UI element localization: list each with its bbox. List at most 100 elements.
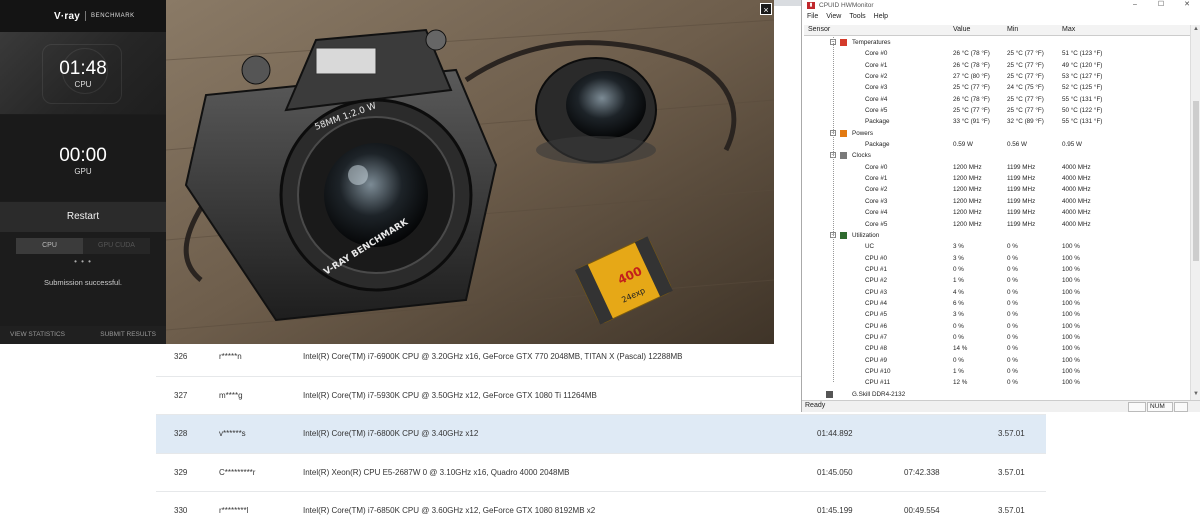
sensor-min: 0 % — [1007, 288, 1018, 296]
viewer-close-button[interactable]: × — [760, 3, 772, 15]
render-image-viewer: 58MM 1:2.0 W V-RAY BENCHMARK 400 24exp — [166, 0, 774, 344]
column-sensor[interactable]: Sensor — [808, 26, 830, 33]
sensor-row[interactable]: Core #0 1200 MHz 1199 MHz 4000 MHz — [804, 162, 1190, 173]
sensor-row[interactable]: Core #5 25 °C (77 °F) 25 °C (77 °F) 50 °C (… — [804, 105, 1190, 116]
sensor-name: CPU #0 — [865, 254, 888, 262]
column-value[interactable]: Value — [953, 26, 970, 33]
rewind-knob — [425, 29, 447, 51]
restart-button[interactable]: Restart — [0, 202, 166, 232]
sensor-max: 51 °C (123 °F) — [1062, 50, 1103, 58]
sensor-row[interactable]: Package 33 °C (91 °F) 32 °C (89 °F) 55 °C (… — [804, 116, 1190, 127]
sensor-row[interactable]: Core #3 25 °C (77 °F) 24 °C (75 °F) 52 °C (… — [804, 82, 1190, 93]
memory-icon — [826, 390, 833, 398]
sensor-row[interactable]: CPU #1 0 % 0 % 100 % — [804, 264, 1190, 275]
sensor-row[interactable]: CPU #7 0 % 0 % 100 % — [804, 332, 1190, 343]
sensor-row[interactable]: CPU #3 4 % 0 % 100 % — [804, 287, 1190, 298]
close-icon[interactable]: ✕ — [1174, 0, 1200, 10]
sensor-row[interactable]: CPU #5 3 % 0 % 100 % — [804, 309, 1190, 320]
table-row[interactable]: 330 r********l Intel(R) Core(TM) i7-6850K … — [156, 492, 1046, 524]
sensor-tree: – Temperatures Core #0 26 °C (78 °F) 25 °C (… — [804, 37, 1190, 400]
scroll-down-icon[interactable]: ▼ — [1191, 391, 1200, 397]
category-label: Utilization — [852, 231, 880, 239]
lens-reflection — [348, 165, 368, 185]
sensor-row[interactable]: Core #0 26 °C (78 °F) 25 °C (77 °F) 51 °C (… — [804, 48, 1190, 59]
sensor-min: 0 % — [1007, 311, 1018, 319]
tab-cpu[interactable]: CPU — [16, 238, 83, 254]
sensor-row[interactable]: Core #3 1200 MHz 1199 MHz 4000 MHz — [804, 196, 1190, 207]
column-max[interactable]: Max — [1062, 26, 1075, 33]
hardware-cell: Intel(R) Core(TM) i7-5930K CPU @ 3.50GHz… — [303, 390, 597, 400]
sensor-row[interactable]: CPU #4 6 % 0 % 100 % — [804, 298, 1190, 309]
status-ready: Ready — [805, 402, 826, 409]
sensor-max: 4000 MHz — [1062, 209, 1091, 217]
sensor-scrollbar[interactable]: ▲ ▼ — [1190, 25, 1200, 400]
gpu-result-tile: 00:00 GPU — [0, 115, 166, 201]
sensor-category[interactable]: – Temperatures — [804, 37, 1190, 48]
tab-gpu-cuda[interactable]: GPU CUDA — [83, 238, 150, 254]
sensor-row[interactable]: CPU #10 1 % 0 % 100 % — [804, 366, 1190, 377]
sensor-row[interactable]: UC 3 % 0 % 100 % — [804, 241, 1190, 252]
sensor-name: Core #0 — [865, 50, 888, 58]
cpu-time-cell: 01:44.892 — [817, 429, 853, 438]
scroll-thumb[interactable] — [1193, 101, 1199, 261]
sensor-row[interactable]: Core #1 26 °C (78 °F) 25 °C (77 °F) 49 °C (… — [804, 60, 1190, 71]
sensor-name: CPU #2 — [865, 277, 888, 285]
sensor-value: 1200 MHz — [953, 186, 982, 194]
more-dots: • • • — [74, 257, 92, 266]
submit-results-link[interactable]: SUBMIT RESULTS — [100, 326, 156, 344]
menu-help[interactable]: Help — [874, 13, 888, 20]
sensor-name: CPU #5 — [865, 311, 888, 319]
sensor-row[interactable]: Core #1 1200 MHz 1199 MHz 4000 MHz — [804, 173, 1190, 184]
sensor-max: 100 % — [1062, 277, 1080, 285]
sensor-row[interactable]: Core #5 1200 MHz 1199 MHz 4000 MHz — [804, 219, 1190, 230]
sensor-category[interactable]: – Powers — [804, 128, 1190, 139]
sensor-min: 32 °C (89 °F) — [1007, 118, 1044, 126]
sensor-value: 3 % — [953, 243, 964, 251]
sensor-max: 52 °C (125 °F) — [1062, 84, 1103, 92]
menu-file[interactable]: File — [807, 13, 818, 20]
tree-guide-line — [833, 37, 834, 382]
submission-message: Submission successful. — [44, 278, 122, 287]
gpu-time-cell: 07:42.338 — [904, 467, 940, 477]
sensor-row[interactable]: Core #2 27 °C (80 °F) 25 °C (77 °F) 53 °C (… — [804, 71, 1190, 82]
mode-tabs: CPU GPU CUDA — [16, 238, 150, 254]
sensor-name: Core #3 — [865, 84, 888, 92]
sensor-row[interactable]: CPU #0 3 % 0 % 100 % — [804, 253, 1190, 264]
column-min[interactable]: Min — [1007, 26, 1018, 33]
menu-view[interactable]: View — [826, 13, 841, 20]
menu-tools[interactable]: Tools — [849, 13, 865, 20]
sensor-max: 100 % — [1062, 254, 1080, 262]
sensor-row[interactable]: CPU #2 1 % 0 % 100 % — [804, 275, 1190, 286]
sensor-row[interactable]: Core #4 26 °C (78 °F) 25 °C (77 °F) 55 °C (… — [804, 94, 1190, 105]
sensor-name: Core #3 — [865, 197, 888, 205]
cpu-time: 01:48 — [59, 58, 107, 79]
table-row[interactable]: 329 C*********r Intel(R) Xeon(R) CPU E5-26… — [156, 454, 1046, 492]
sensor-row[interactable]: Core #4 1200 MHz 1199 MHz 4000 MHz — [804, 207, 1190, 218]
sensor-category[interactable]: – Clocks — [804, 150, 1190, 161]
sensor-max: 4000 MHz — [1062, 220, 1091, 228]
category-label: Temperatures — [852, 39, 891, 46]
sensor-row[interactable]: CPU #8 14 % 0 % 100 % — [804, 343, 1190, 354]
scroll-up-icon[interactable]: ▲ — [1191, 26, 1200, 32]
sensor-value: 4 % — [953, 288, 964, 296]
sensor-category[interactable]: – Utilization — [804, 230, 1190, 241]
minimize-icon[interactable]: – — [1122, 0, 1148, 10]
sensor-row[interactable]: Package 0.59 W 0.56 W 0.95 W — [804, 139, 1190, 150]
maximize-icon[interactable]: ☐ — [1148, 0, 1174, 10]
memory-device-row[interactable]: G.Skill DDR4-2132 — [804, 389, 1190, 400]
sensor-min: 0 % — [1007, 356, 1018, 364]
sensor-value: 1200 MHz — [953, 163, 982, 171]
sensor-min: 0 % — [1007, 322, 1018, 330]
table-row[interactable]: 328 v******s Intel(R) Core(TM) i7-6800K CP… — [156, 415, 1046, 454]
hardware-cell: Intel(R) Xeon(R) CPU E5-2687W 0 @ 3.10GH… — [303, 467, 570, 477]
sensor-max: 53 °C (127 °F) — [1062, 73, 1103, 81]
sensor-row[interactable]: CPU #6 0 % 0 % 100 % — [804, 321, 1190, 332]
sensor-row[interactable]: Core #2 1200 MHz 1199 MHz 4000 MHz — [804, 184, 1190, 195]
sensor-min: 0.56 W — [1007, 141, 1027, 149]
sensor-name: Package — [865, 141, 890, 149]
sensor-row[interactable]: CPU #9 0 % 0 % 100 % — [804, 355, 1190, 366]
cpu-time-cell: 01:45.050 — [817, 467, 853, 477]
sensor-max: 49 °C (120 °F) — [1062, 61, 1103, 69]
view-statistics-link[interactable]: VIEW STATISTICS — [10, 326, 65, 344]
sensor-row[interactable]: CPU #11 12 % 0 % 100 % — [804, 377, 1190, 388]
